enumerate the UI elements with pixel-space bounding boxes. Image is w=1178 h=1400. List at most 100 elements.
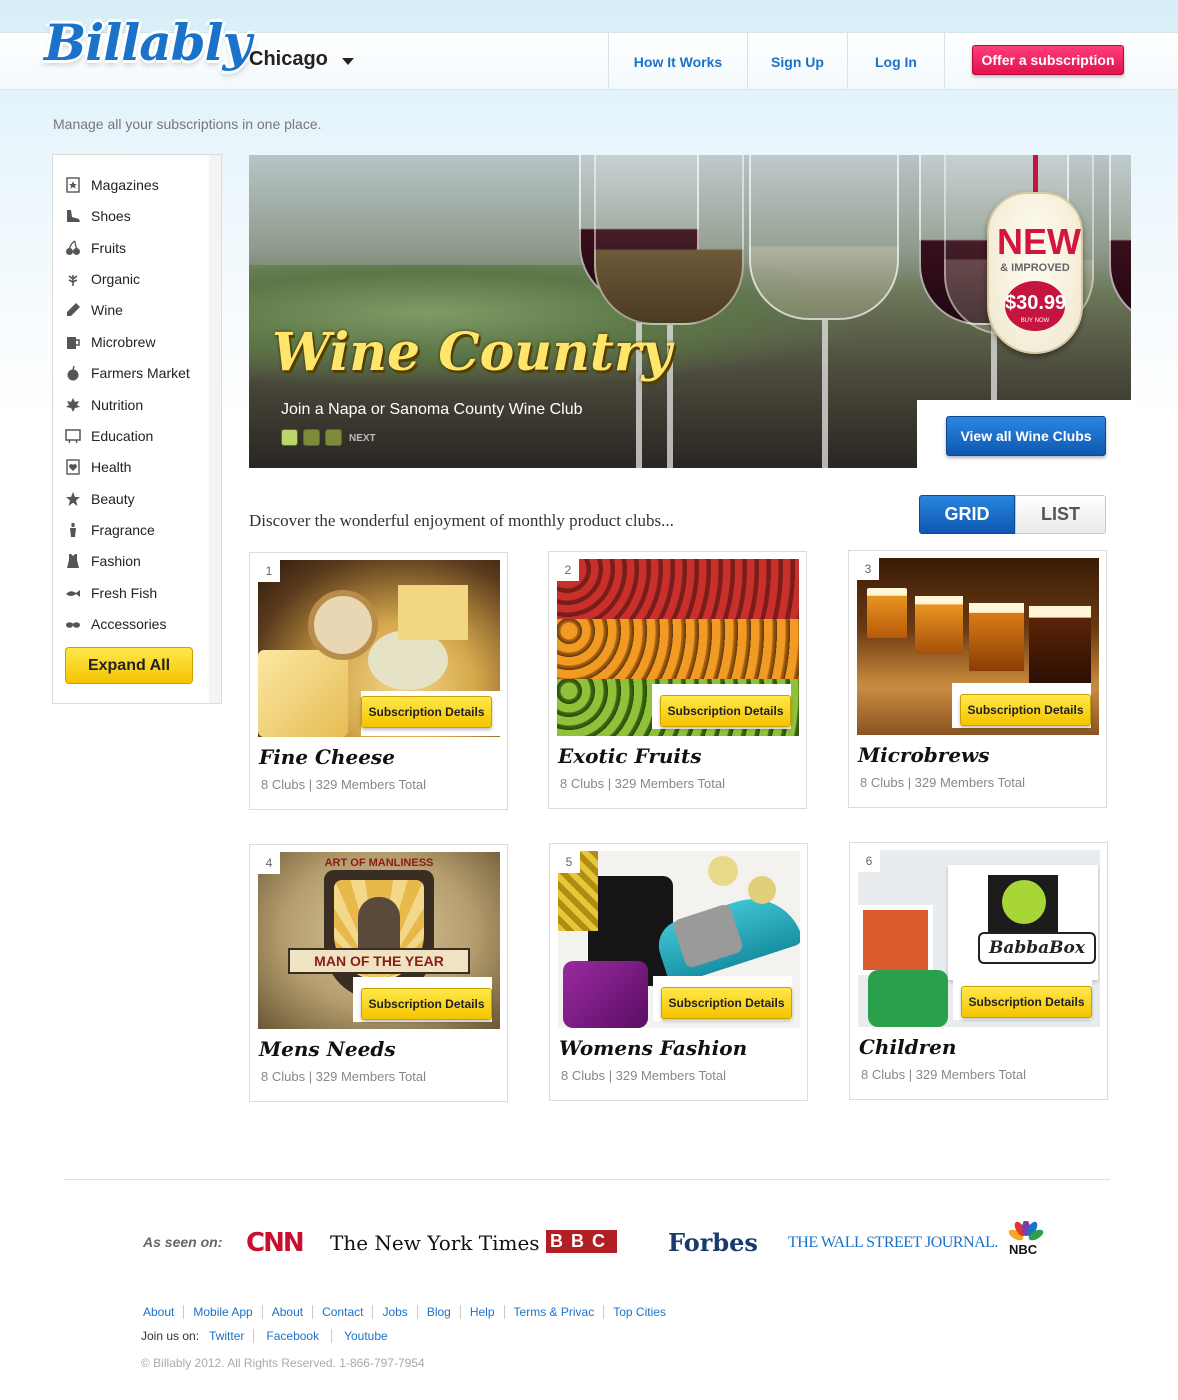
club-title[interactable]: Microbrews [858, 743, 990, 767]
sidebar-item-label: Microbrew [91, 334, 156, 350]
footer-link-top-cities[interactable]: Top Cities [603, 1305, 675, 1319]
club-card-exotic-fruits[interactable]: 2 Subscription Details Exotic Fruits 8 C… [548, 551, 807, 809]
billably-logo[interactable]: Billably [44, 10, 252, 76]
sidebar-item-organic[interactable]: Organic [65, 269, 140, 289]
copyright-text: © Billably 2012. All Rights Reserved. 1-… [141, 1356, 425, 1370]
subscription-details-button[interactable]: Subscription Details [660, 695, 791, 727]
image-banner: MAN OF THE YEAR [288, 948, 470, 974]
view-all-wine-clubs-button[interactable]: View all Wine Clubs [946, 416, 1106, 456]
apple-icon [65, 365, 81, 381]
slide-dot-2[interactable] [303, 429, 320, 446]
expand-all-button[interactable]: Expand All [65, 647, 193, 684]
plant-icon [65, 271, 81, 287]
sidebar-item-accessories[interactable]: Accessories [65, 614, 166, 634]
club-card-fine-cheese[interactable]: 1 Subscription Details Fine Cheese 8 Clu… [249, 552, 508, 810]
club-title[interactable]: Mens Needs [259, 1037, 396, 1061]
footer-link-contact[interactable]: Contact [312, 1305, 372, 1319]
social-link-twitter[interactable]: Twitter [209, 1329, 253, 1343]
club-title[interactable]: Exotic Fruits [558, 744, 702, 768]
footer-link-mobile-app[interactable]: Mobile App [183, 1305, 261, 1319]
card-number: 1 [258, 560, 280, 582]
sidebar-item-wine[interactable]: Wine [65, 300, 123, 320]
star-icon [65, 491, 81, 507]
sidebar-item-health[interactable]: Health [65, 457, 131, 477]
magazine-icon [65, 177, 81, 193]
sidebar-item-fragrance[interactable]: Fragrance [65, 520, 155, 540]
join-us-label: Join us on: [141, 1329, 200, 1343]
nav-how-it-works[interactable]: How It Works [608, 33, 747, 89]
category-sidebar: Magazines Shoes Fruits Organic Wine Micr… [52, 154, 222, 704]
cnn-logo: CNN [246, 1228, 305, 1258]
sidebar-item-label: Fashion [91, 553, 141, 569]
footer-link-blog[interactable]: Blog [416, 1305, 460, 1319]
club-card-mens-needs[interactable]: ART OF MANLINESS MAN OF THE YEAR 4 Subsc… [249, 844, 508, 1102]
sidebar-item-farmers-market[interactable]: Farmers Market [65, 363, 190, 383]
club-title[interactable]: Children [859, 1035, 956, 1059]
wsj-logo: THE WALL STREET JOURNAL. [788, 1234, 998, 1251]
slide-dot-1[interactable] [281, 429, 298, 446]
sidebar-item-shoes[interactable]: Shoes [65, 206, 131, 226]
sidebar-item-nutrition[interactable]: Nutrition [65, 395, 143, 415]
social-link-youtube[interactable]: Youtube [331, 1329, 400, 1343]
slide-dot-3[interactable] [325, 429, 342, 446]
tagline: Manage all your subscriptions in one pla… [53, 116, 322, 132]
subscription-details-button[interactable]: Subscription Details [961, 986, 1092, 1018]
card-number: 6 [858, 850, 880, 872]
sidebar-item-fresh-fish[interactable]: Fresh Fish [65, 583, 157, 603]
sidebar-item-label: Magazines [91, 177, 159, 193]
club-meta: 8 Clubs | 329 Members Total [561, 1068, 726, 1083]
sidebar-item-label: Fruits [91, 240, 126, 256]
nav-sign-up[interactable]: Sign Up [747, 33, 847, 89]
sidebar-item-fruits[interactable]: Fruits [65, 238, 126, 258]
club-card-children[interactable]: BabbaBox 6 Subscription Details Children… [849, 842, 1108, 1100]
heart-card-icon [65, 459, 81, 475]
hero-title: Wine Country [272, 322, 672, 383]
sidebar-item-beauty[interactable]: Beauty [65, 489, 135, 509]
offer-subscription-button[interactable]: Offer a subscription [972, 45, 1124, 75]
social-link-facebook[interactable]: Facebook [253, 1329, 331, 1343]
nbc-wordmark: NBC [1009, 1242, 1038, 1257]
club-card-womens-fashion[interactable]: 5 Subscription Details Womens Fashion 8 … [549, 843, 808, 1101]
sidebar-item-microbrew[interactable]: Microbrew [65, 332, 156, 352]
chevron-down-icon[interactable] [342, 58, 354, 65]
tag-improved-label: & IMPROVED [1000, 262, 1070, 274]
sidebar-item-magazines[interactable]: Magazines [65, 175, 159, 195]
nbc-logo: NBC [1008, 1221, 1044, 1263]
sidebar-item-label: Beauty [91, 491, 135, 507]
footer-link-about[interactable]: About [143, 1305, 183, 1319]
fish-icon [65, 585, 81, 601]
bbc-logo: BBC [546, 1230, 617, 1253]
sidebar-item-fashion[interactable]: Fashion [65, 551, 141, 571]
nav-log-in[interactable]: Log In [847, 33, 945, 89]
slide-next-link[interactable]: NEXT [349, 433, 376, 444]
footer-link-help[interactable]: Help [459, 1305, 504, 1319]
chalkboard-icon [65, 428, 81, 444]
cherries-icon [65, 240, 81, 256]
footer-link-terms[interactable]: Terms & Privac [503, 1305, 604, 1319]
card-number: 4 [258, 852, 280, 874]
grid-view-toggle[interactable]: GRID [919, 495, 1015, 534]
subscription-details-button[interactable]: Subscription Details [361, 696, 492, 728]
club-meta: 8 Clubs | 329 Members Total [860, 775, 1025, 790]
subscription-details-button[interactable]: Subscription Details [960, 694, 1091, 726]
footer-links: About Mobile App About Contact Jobs Blog… [143, 1305, 675, 1319]
footer-link-about-2[interactable]: About [261, 1305, 312, 1319]
city-selector[interactable]: Chicago [249, 48, 328, 71]
subscription-details-button[interactable]: Subscription Details [661, 987, 792, 1019]
subscription-details-button[interactable]: Subscription Details [361, 988, 492, 1020]
list-view-toggle[interactable]: LIST [1015, 495, 1106, 534]
leaf-icon [65, 397, 81, 413]
shoe-icon [65, 208, 81, 224]
sidebar-item-label: Wine [91, 302, 123, 318]
club-meta: 8 Clubs | 329 Members Total [560, 776, 725, 791]
sidebar-item-label: Education [91, 428, 154, 444]
club-title[interactable]: Womens Fashion [559, 1036, 747, 1060]
club-card-microbrews[interactable]: 3 Subscription Details Microbrews 8 Club… [848, 550, 1107, 808]
sidebar-item-education[interactable]: Education [65, 426, 153, 446]
club-title[interactable]: Fine Cheese [259, 745, 395, 769]
footer-link-jobs[interactable]: Jobs [372, 1305, 416, 1319]
card-number: 5 [558, 851, 580, 873]
club-meta: 8 Clubs | 329 Members Total [261, 1069, 426, 1084]
sidebar-item-label: Fragrance [91, 522, 155, 538]
sunglasses-icon [65, 616, 81, 632]
